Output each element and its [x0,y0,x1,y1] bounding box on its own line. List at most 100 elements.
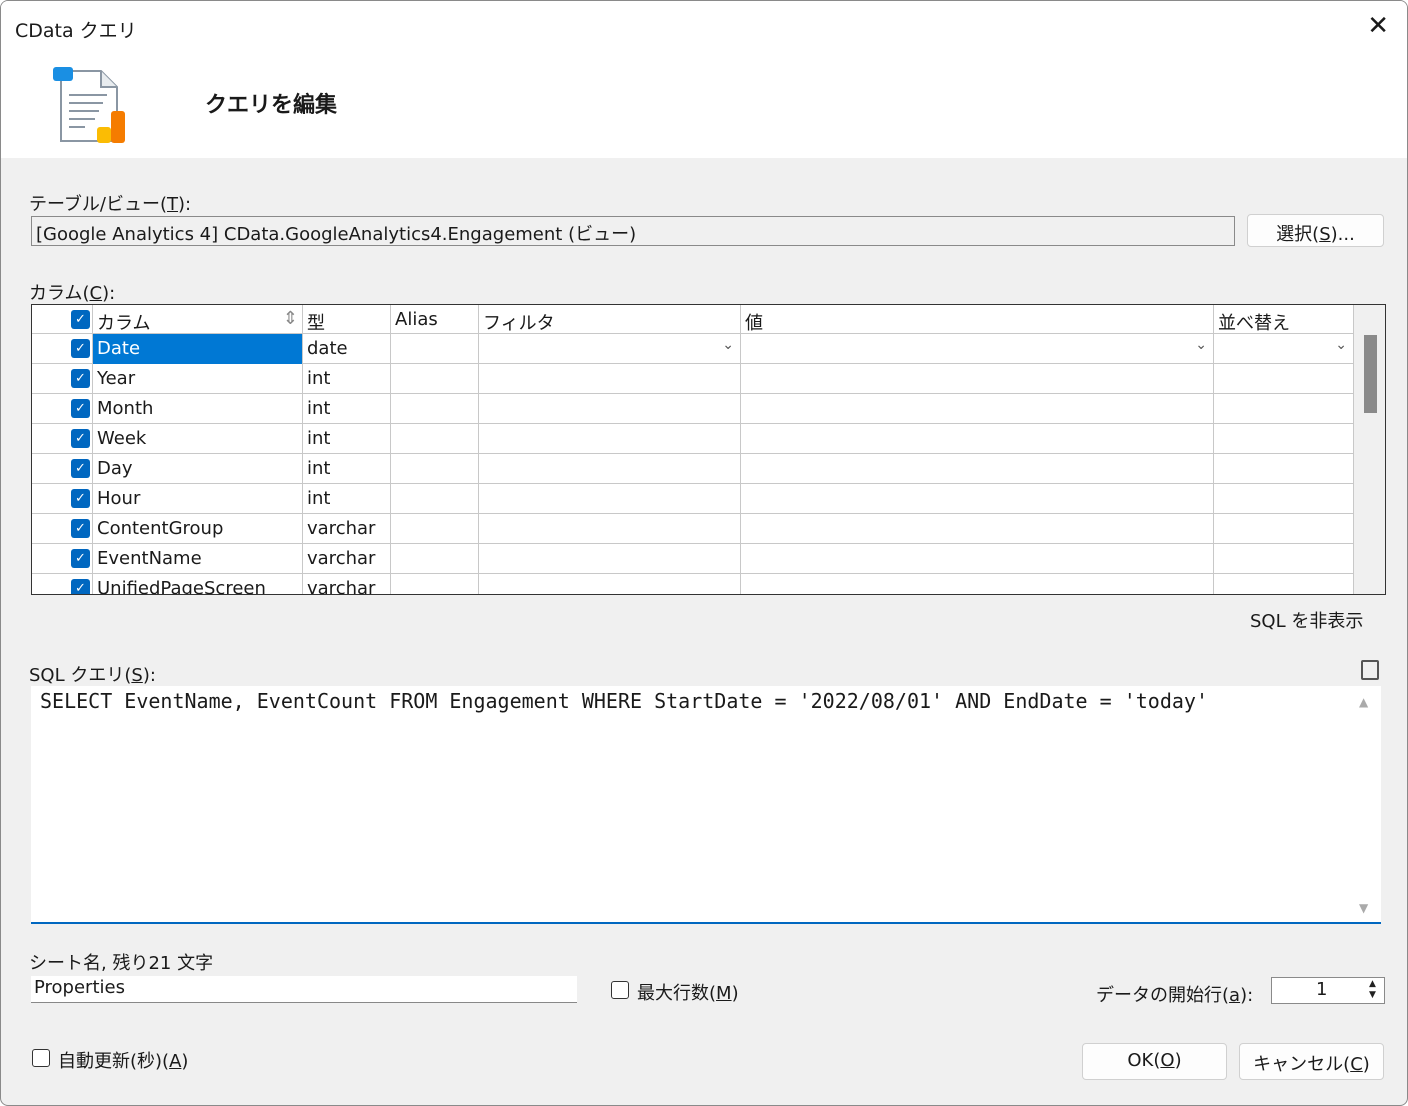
filter-cell[interactable] [479,574,741,594]
header-cell[interactable]: 並べ替え [1214,305,1354,334]
alias-cell[interactable] [391,484,479,514]
checkbox-cell: ✓ [32,364,93,394]
checkbox-cell: ✓ [32,334,93,364]
column-name-cell: Date [93,334,303,364]
sort-cell[interactable] [1214,514,1354,544]
value-cell[interactable] [741,394,1214,424]
filter-cell[interactable] [479,424,741,454]
header-cell[interactable]: カラム ⇕ [93,305,303,334]
header-label: Alias [395,309,438,330]
checkbox-cell: ✓ [32,544,93,574]
ok-button[interactable]: OK(O) [1082,1043,1227,1080]
sort-cell[interactable] [1214,424,1354,454]
alias-cell[interactable] [391,424,479,454]
alias-cell[interactable] [391,364,479,394]
table-row[interactable]: ✓ Day int [32,454,1354,484]
chevron-down-icon[interactable]: ⌄ [722,337,734,353]
sql-query-editor[interactable]: SELECT EventName, EventCount FROM Engage… [31,686,1381,924]
sort-icon[interactable]: ⇕ [283,308,298,329]
scroll-down-icon[interactable]: ▼ [1359,901,1368,915]
row-checkbox[interactable]: ✓ [71,459,90,478]
table-row[interactable]: ✓ Date date ⌄ ⌄ ⌄ [32,334,1354,364]
alias-cell[interactable] [391,514,479,544]
checkbox-cell: ✓ [32,514,93,544]
header-label: 値 [745,313,763,334]
grid-scrollbar[interactable] [1354,305,1385,594]
sort-cell[interactable] [1214,454,1354,484]
select-all-checkbox[interactable]: ✓ [71,310,90,329]
table-row[interactable]: ✓ Month int [32,394,1354,424]
type-cell: varchar [303,514,391,544]
column-name-cell: Week [93,424,303,454]
scroll-up-icon[interactable]: ▲ [1359,695,1368,709]
header-cell[interactable]: フィルタ [479,305,741,334]
max-rows-label: 最大行数(M) [637,983,739,1004]
auto-refresh-checkbox[interactable] [32,1049,50,1067]
table-row[interactable]: ✓ Year int [32,364,1354,394]
table-row[interactable]: ✓ Hour int [32,484,1354,514]
row-checkbox[interactable]: ✓ [71,399,90,418]
sort-cell[interactable] [1214,484,1354,514]
table-row[interactable]: ✓ ContentGroup varchar [32,514,1354,544]
table-row[interactable]: ✓ EventName varchar [32,544,1354,574]
value-cell[interactable] [741,364,1214,394]
filter-cell[interactable] [479,514,741,544]
header-cell[interactable]: 型 [303,305,391,334]
filter-cell[interactable]: ⌄ [479,334,741,364]
filter-cell[interactable] [479,454,741,484]
sort-cell[interactable] [1214,544,1354,574]
sheet-name-input[interactable]: Properties [31,976,577,1003]
value-cell[interactable]: ⌄ [741,334,1214,364]
value-cell[interactable] [741,544,1214,574]
row-checkbox[interactable]: ✓ [71,519,90,538]
sort-cell[interactable] [1214,364,1354,394]
row-checkbox[interactable]: ✓ [71,579,90,594]
max-rows-checkbox[interactable] [611,981,629,999]
row-checkbox[interactable]: ✓ [71,369,90,388]
checkbox-cell: ✓ [32,454,93,484]
row-checkbox[interactable]: ✓ [71,549,90,568]
filter-cell[interactable] [479,364,741,394]
type-cell: int [303,454,391,484]
cancel-button[interactable]: キャンセル(C) [1239,1043,1384,1080]
sort-cell[interactable] [1214,574,1354,594]
scrollbar-thumb[interactable] [1364,335,1377,413]
close-icon[interactable]: ✕ [1367,11,1389,41]
value-cell[interactable] [741,514,1214,544]
row-checkbox[interactable]: ✓ [71,489,90,508]
value-cell[interactable] [741,424,1214,454]
filter-cell[interactable] [479,544,741,574]
alias-cell[interactable] [391,454,479,484]
alias-cell[interactable] [391,334,479,364]
alias-cell[interactable] [391,544,479,574]
cdata-query-dialog: CData クエリ ✕ クエリを編集 テーブル/ビュー(T): [Google … [0,0,1408,1106]
hide-sql-link[interactable]: SQL を非表示 [1250,607,1363,633]
stepper-arrows-icon[interactable]: ▲ ▼ [1369,979,1376,1001]
filter-cell[interactable] [479,484,741,514]
filter-cell[interactable] [479,394,741,424]
sql-query-label: SQL クエリ(S): [29,665,156,686]
select-button[interactable]: 選択(S)... [1247,214,1384,247]
table-view-field[interactable]: [Google Analytics 4] CData.GoogleAnalyti… [31,216,1235,246]
row-checkbox[interactable]: ✓ [71,339,90,358]
table-row[interactable]: ✓ Week int [32,424,1354,454]
table-row[interactable]: ✓ UnifiedPageScreen varchar [32,574,1354,594]
header-cell[interactable]: Alias [391,305,479,334]
alias-cell[interactable] [391,574,479,594]
chevron-down-icon[interactable]: ⌄ [1195,337,1207,353]
table-view-label: テーブル/ビュー(T): [29,194,192,215]
value-cell[interactable] [741,484,1214,514]
sort-cell[interactable]: ⌄ [1214,334,1354,364]
value-cell[interactable] [741,454,1214,484]
alias-cell[interactable] [391,394,479,424]
dialog-heading: クエリを編集 [205,93,338,118]
document-icon[interactable] [1361,660,1379,680]
start-row-stepper[interactable]: 1 [1271,977,1385,1004]
header-cell[interactable]: ✓ [32,305,93,334]
column-name-cell: Hour [93,484,303,514]
header-cell[interactable]: 値 [741,305,1214,334]
chevron-down-icon[interactable]: ⌄ [1335,337,1347,353]
value-cell[interactable] [741,574,1214,594]
sort-cell[interactable] [1214,394,1354,424]
row-checkbox[interactable]: ✓ [71,429,90,448]
